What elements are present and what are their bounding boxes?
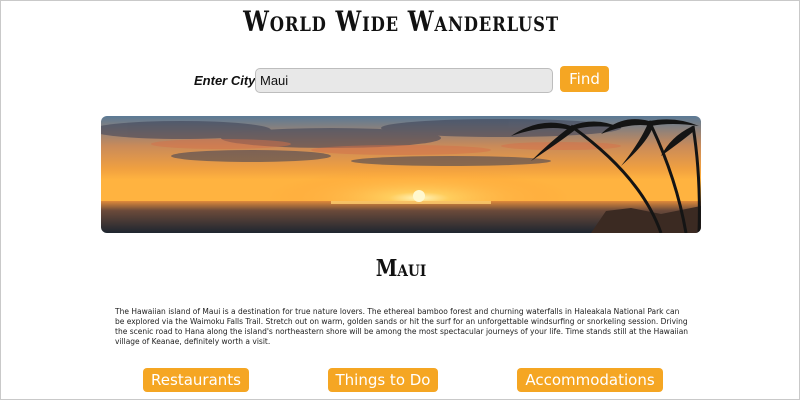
city-search-input[interactable] — [255, 68, 553, 93]
find-button[interactable]: Find — [560, 66, 609, 92]
site-title: World Wide Wanderlust — [243, 5, 559, 38]
city-label: Enter City: — [194, 73, 260, 88]
accommodations-button[interactable]: Accommodations — [517, 368, 663, 392]
restaurants-button[interactable]: Restaurants — [143, 368, 249, 392]
sunset-palm-image — [101, 116, 701, 233]
hero-image — [101, 116, 701, 233]
things-to-do-button[interactable]: Things to Do — [328, 368, 438, 392]
destination-title: Maui — [375, 255, 427, 282]
destination-description: The Hawaiian island of Maui is a destina… — [115, 307, 689, 346]
